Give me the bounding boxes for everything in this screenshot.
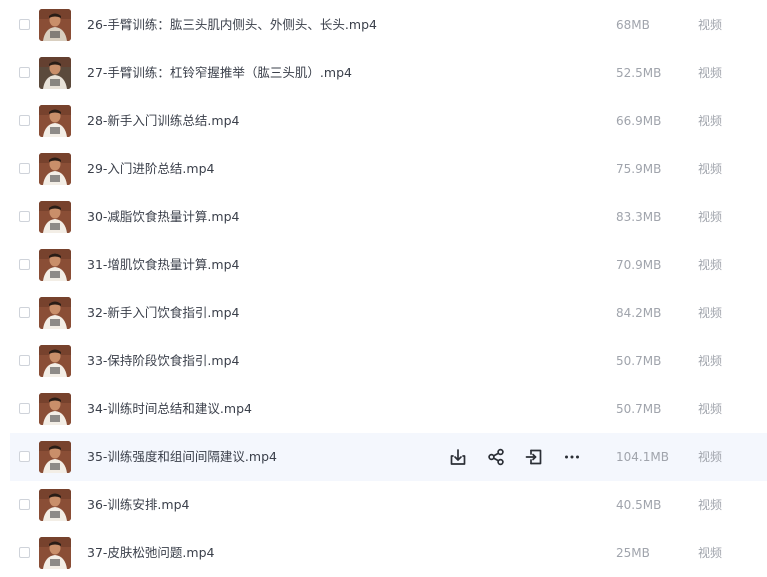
file-row[interactable]: 28-新手入门训练总结.mp4 66.9MB 视频	[10, 97, 767, 145]
download-icon	[447, 446, 469, 468]
file-row[interactable]: 37-皮肤松弛问题.mp4 25MB 视频	[10, 529, 767, 577]
file-name[interactable]: 36-训练安排.mp4	[87, 496, 189, 514]
row-checkbox[interactable]	[19, 499, 30, 510]
file-size: 50.7MB	[616, 354, 662, 368]
row-checkbox[interactable]	[19, 163, 30, 174]
file-row[interactable]: 27-手臂训练：杠铃窄握推举（肱三头肌）.mp4 52.5MB 视频	[10, 49, 767, 97]
video-thumbnail[interactable]	[39, 153, 71, 185]
file-type: 视频	[698, 18, 723, 32]
move-icon	[523, 446, 545, 468]
file-name[interactable]: 30-减脂饮食热量计算.mp4	[87, 208, 239, 226]
file-row[interactable]: 30-减脂饮食热量计算.mp4 83.3MB 视频	[10, 193, 767, 241]
more-button[interactable]	[561, 446, 583, 468]
file-name[interactable]: 29-入门进阶总结.mp4	[87, 160, 214, 178]
file-type: 视频	[698, 306, 723, 320]
file-size: 40.5MB	[616, 498, 662, 512]
file-type: 视频	[698, 162, 723, 176]
video-thumbnail[interactable]	[39, 297, 71, 329]
file-name[interactable]: 34-训练时间总结和建议.mp4	[87, 400, 252, 418]
file-name[interactable]: 35-训练强度和组间间隔建议.mp4	[87, 448, 277, 466]
move-button[interactable]	[523, 446, 545, 468]
file-row[interactable]: 33-保持阶段饮食指引.mp4 50.7MB 视频	[10, 337, 767, 385]
file-type: 视频	[698, 66, 723, 80]
more-icon	[561, 446, 583, 468]
video-thumbnail[interactable]	[39, 393, 71, 425]
file-size: 104.1MB	[616, 450, 669, 464]
row-checkbox[interactable]	[19, 451, 30, 462]
file-name[interactable]: 27-手臂训练：杠铃窄握推举（肱三头肌）.mp4	[87, 64, 352, 82]
file-type: 视频	[698, 114, 723, 128]
file-size: 84.2MB	[616, 306, 662, 320]
row-checkbox[interactable]	[19, 259, 30, 270]
file-row[interactable]: 26-手臂训练：肱三头肌内侧头、外侧头、长头.mp4 68MB 视频	[10, 1, 767, 49]
file-row[interactable]: 29-入门进阶总结.mp4 75.9MB 视频	[10, 145, 767, 193]
video-thumbnail[interactable]	[39, 201, 71, 233]
file-size: 66.9MB	[616, 114, 662, 128]
file-type: 视频	[698, 546, 723, 560]
file-size: 50.7MB	[616, 402, 662, 416]
file-row[interactable]: 34-训练时间总结和建议.mp4 50.7MB 视频	[10, 385, 767, 433]
file-size: 75.9MB	[616, 162, 662, 176]
file-row[interactable]: 36-训练安排.mp4 40.5MB 视频	[10, 481, 767, 529]
file-list: 26-手臂训练：肱三头肌内侧头、外侧头、长头.mp4 68MB 视频 27-手臂训练：…	[0, 0, 767, 573]
file-type: 视频	[698, 210, 723, 224]
file-row[interactable]: 32-新手入门饮食指引.mp4 84.2MB 视频	[10, 289, 767, 337]
file-name[interactable]: 32-新手入门饮食指引.mp4	[87, 304, 239, 322]
share-button[interactable]	[485, 446, 507, 468]
file-size: 70.9MB	[616, 258, 662, 272]
row-checkbox[interactable]	[19, 307, 30, 318]
video-thumbnail[interactable]	[39, 105, 71, 137]
file-name[interactable]: 37-皮肤松弛问题.mp4	[87, 544, 214, 562]
share-icon	[485, 446, 507, 468]
row-checkbox[interactable]	[19, 211, 30, 222]
file-name[interactable]: 33-保持阶段饮食指引.mp4	[87, 352, 239, 370]
file-size: 68MB	[616, 18, 650, 32]
video-thumbnail[interactable]	[39, 489, 71, 521]
video-thumbnail[interactable]	[39, 249, 71, 281]
file-type: 视频	[698, 354, 723, 368]
video-thumbnail[interactable]	[39, 9, 71, 41]
file-row[interactable]: 31-增肌饮食热量计算.mp4 70.9MB 视频	[10, 241, 767, 289]
download-button[interactable]	[447, 446, 469, 468]
file-name[interactable]: 26-手臂训练：肱三头肌内侧头、外侧头、长头.mp4	[87, 16, 377, 34]
file-type: 视频	[698, 450, 723, 464]
row-checkbox[interactable]	[19, 67, 30, 78]
row-checkbox[interactable]	[19, 355, 30, 366]
file-size: 83.3MB	[616, 210, 662, 224]
file-type: 视频	[698, 258, 723, 272]
file-type: 视频	[698, 402, 723, 416]
video-thumbnail[interactable]	[39, 537, 71, 569]
row-checkbox[interactable]	[19, 19, 30, 30]
row-checkbox[interactable]	[19, 547, 30, 558]
file-name[interactable]: 31-增肌饮食热量计算.mp4	[87, 256, 239, 274]
file-size: 52.5MB	[616, 66, 662, 80]
file-name[interactable]: 28-新手入门训练总结.mp4	[87, 112, 239, 130]
file-size: 25MB	[616, 546, 650, 560]
video-thumbnail[interactable]	[39, 441, 71, 473]
row-checkbox[interactable]	[19, 115, 30, 126]
video-thumbnail[interactable]	[39, 345, 71, 377]
row-checkbox[interactable]	[19, 403, 30, 414]
video-thumbnail[interactable]	[39, 57, 71, 89]
file-type: 视频	[698, 498, 723, 512]
file-row[interactable]: 35-训练强度和组间间隔建议.mp4 104.1MB 视频	[10, 433, 767, 481]
